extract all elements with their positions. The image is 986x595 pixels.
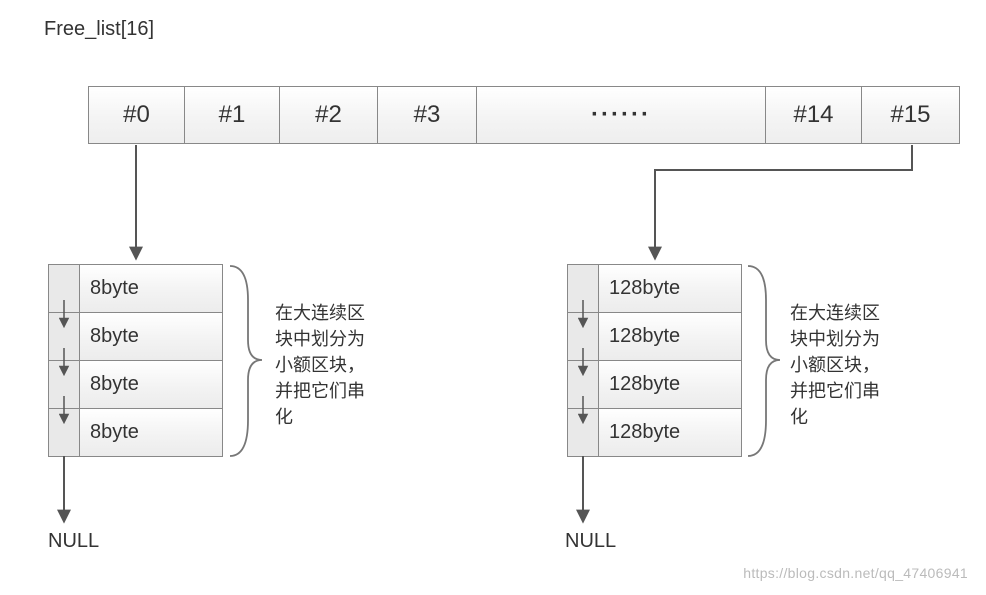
- annotation-right: 在大连续区块中划分为小额区块，并把它们串化: [790, 300, 890, 430]
- arrow-down-icon: [567, 312, 599, 361]
- list-item: 128byte: [567, 408, 742, 457]
- list-item: 128byte: [567, 264, 742, 313]
- list-item: 128byte: [567, 312, 742, 361]
- arrow-down-icon: [48, 264, 80, 313]
- free-list-array: #0 #1 #2 #3 ······ #14 #15: [88, 86, 960, 146]
- bucket-14: #14: [765, 86, 862, 144]
- bucket-15: #15: [861, 86, 960, 144]
- bucket-ellipsis: ······: [476, 86, 766, 144]
- null-label-left: NULL: [48, 530, 99, 553]
- bucket-1: #1: [184, 86, 280, 144]
- node-label: 128byte: [599, 264, 742, 313]
- bucket-2: #2: [279, 86, 378, 144]
- bucket-3: #3: [377, 86, 477, 144]
- arrow-down-icon: [48, 312, 80, 361]
- arrow-down-icon: [48, 408, 80, 457]
- node-label: 128byte: [599, 312, 742, 361]
- node-label: 8byte: [80, 360, 223, 409]
- node-label: 8byte: [80, 312, 223, 361]
- null-label-right: NULL: [565, 530, 616, 553]
- list-item: 128byte: [567, 360, 742, 409]
- annotation-left: 在大连续区块中划分为小额区块，并把它们串化: [275, 300, 375, 430]
- linked-list-8byte: 8byte 8byte 8byte 8byte: [48, 264, 223, 457]
- arrow-down-icon: [567, 360, 599, 409]
- bucket-0: #0: [88, 86, 185, 144]
- arrow-down-icon: [48, 360, 80, 409]
- watermark: https://blog.csdn.net/qq_47406941: [743, 565, 968, 581]
- list-item: 8byte: [48, 312, 223, 361]
- node-label: 128byte: [599, 360, 742, 409]
- list-item: 8byte: [48, 360, 223, 409]
- node-label: 128byte: [599, 408, 742, 457]
- node-label: 8byte: [80, 264, 223, 313]
- diagram-title: Free_list[16]: [44, 18, 154, 41]
- linked-list-128byte: 128byte 128byte 128byte 128byte: [567, 264, 742, 457]
- arrow-down-icon: [567, 264, 599, 313]
- node-label: 8byte: [80, 408, 223, 457]
- list-item: 8byte: [48, 264, 223, 313]
- arrow-down-icon: [567, 408, 599, 457]
- list-item: 8byte: [48, 408, 223, 457]
